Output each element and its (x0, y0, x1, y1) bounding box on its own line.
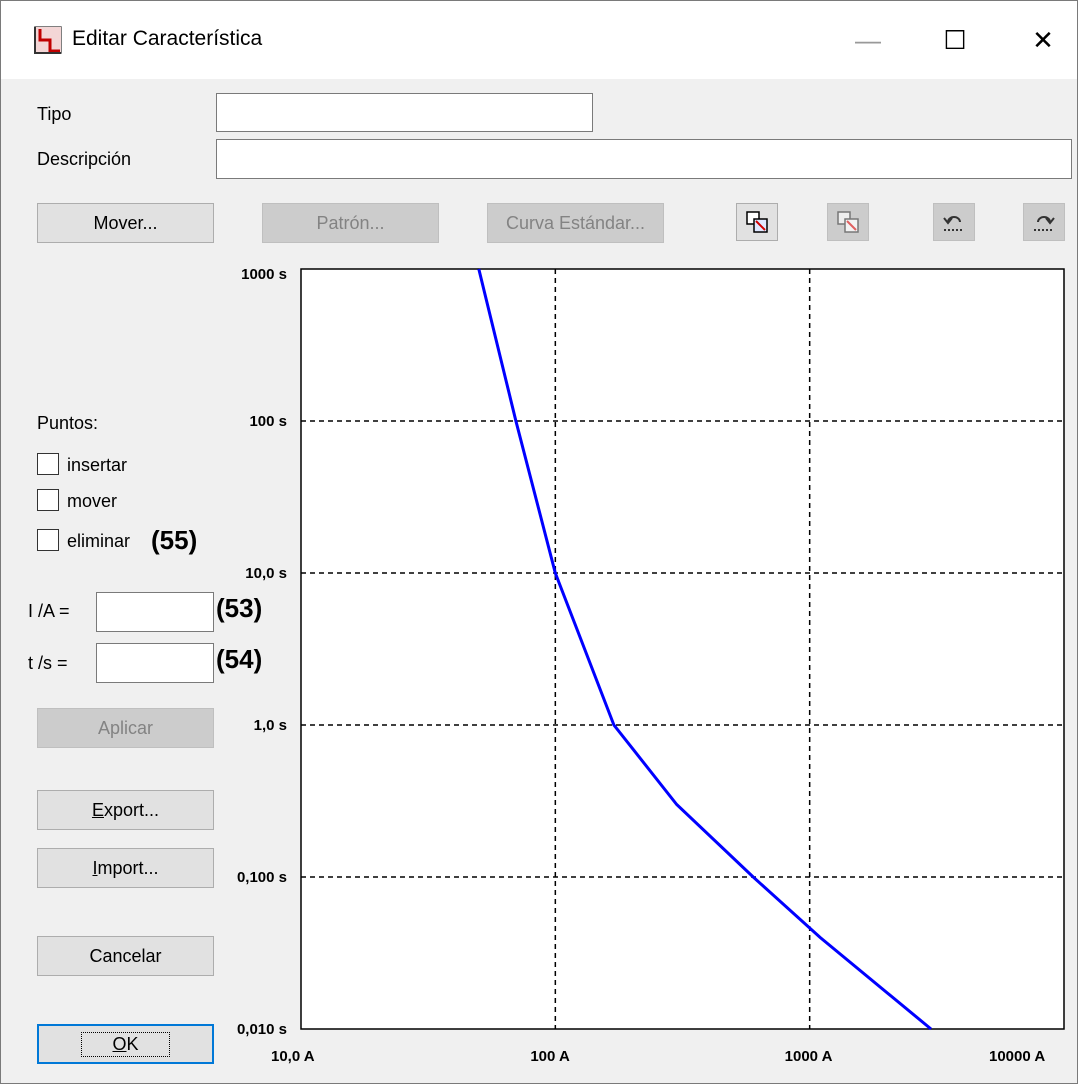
paste-curve-icon (837, 211, 859, 233)
y-tick-label: 10,0 s (245, 565, 287, 582)
copy-curve-icon (746, 211, 768, 233)
x-tick-label: 10000 A (989, 1048, 1045, 1065)
tipo-input[interactable] (216, 93, 593, 132)
curva-estandar-button[interactable]: Curva Estándar... (487, 203, 664, 243)
descripcion-input[interactable] (216, 139, 1072, 179)
paste-curve-button[interactable] (827, 203, 869, 241)
redo-icon (1034, 216, 1055, 231)
undo-icon (943, 216, 964, 231)
x-tick-label: 1000 A (785, 1048, 833, 1065)
dialog-window: Editar Característica — ☐ ✕ Tipo Descrip… (0, 0, 1078, 1084)
window-title: Editar Característica (72, 27, 263, 50)
y-tick-label: 0,100 s (237, 869, 287, 886)
maximize-button[interactable]: ☐ (925, 17, 985, 63)
mover-button[interactable]: Mover... (37, 203, 214, 243)
title-bar[interactable]: Editar Característica — ☐ ✕ (1, 1, 1077, 79)
x-tick-label: 10,0 A (271, 1048, 315, 1065)
y-tick-label: 100 s (249, 413, 287, 430)
close-button[interactable]: ✕ (1013, 17, 1073, 63)
x-tick-label: 100 A (530, 1048, 570, 1065)
y-tick-label: 0,010 s (237, 1021, 287, 1038)
y-tick-label: 1000 s (241, 266, 287, 283)
characteristic-chart[interactable]: 10,0 A 100 A 1000 A 10000 A 1000 s 100 s 10,0 … (1, 251, 1077, 1081)
minimize-button[interactable]: — (838, 17, 898, 63)
y-tick-label: 1,0 s (254, 717, 287, 734)
tipo-label: Tipo (37, 104, 72, 124)
copy-curve-button[interactable] (736, 203, 778, 241)
patron-button[interactable]: Patrón... (262, 203, 439, 243)
plot-area (301, 269, 1064, 1029)
redo-button[interactable] (1023, 203, 1065, 241)
undo-button[interactable] (933, 203, 975, 241)
characteristic-app-icon (34, 26, 62, 54)
descripcion-label: Descripción (37, 149, 132, 169)
